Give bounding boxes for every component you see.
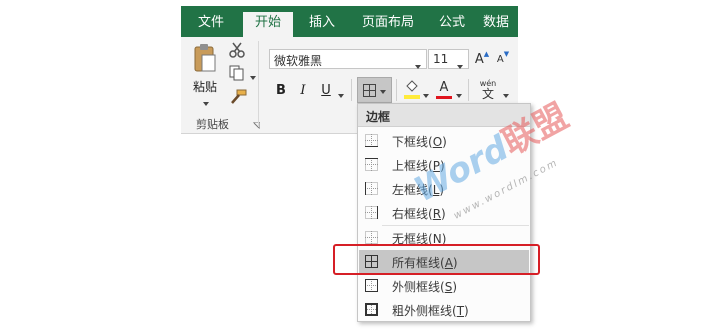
chevron-down-icon[interactable] xyxy=(457,58,463,72)
menu-item-right-border[interactable]: 右框线(R) xyxy=(359,201,529,225)
phonetic-dropdown-caret[interactable] xyxy=(503,87,509,101)
italic-button[interactable]: I xyxy=(295,81,311,99)
no-border-icon xyxy=(365,231,378,244)
clipboard-group-label: 剪贴板 xyxy=(196,118,229,131)
menu-item-outside-borders[interactable]: 外侧框线(S) xyxy=(359,274,529,298)
cut-icon[interactable] xyxy=(229,42,245,58)
phonetic-bottom-text: 文 xyxy=(481,87,494,101)
menu-item-label: 右框线 xyxy=(392,207,429,221)
menu-item-key: R xyxy=(432,207,442,221)
paste-icon[interactable] xyxy=(193,43,217,73)
top-border-icon xyxy=(365,158,378,171)
menu-item-label: 左框线 xyxy=(392,183,429,197)
menu-item-label: 下框线 xyxy=(392,135,429,149)
tab-data[interactable]: 数据 xyxy=(483,12,518,37)
menu-item-label: 上框线 xyxy=(392,159,429,173)
tab-insert[interactable]: 插入 xyxy=(301,12,343,37)
tab-home[interactable]: 开始 xyxy=(243,12,293,37)
menu-item-top-border[interactable]: 上框线(P) xyxy=(359,153,529,177)
font-color-button[interactable]: A xyxy=(435,79,453,101)
fill-color-button[interactable] xyxy=(403,79,421,101)
menu-item-key: P xyxy=(432,159,440,173)
chevron-down-icon xyxy=(380,83,386,97)
paste-dropdown-caret[interactable] xyxy=(203,95,209,109)
left-border-icon xyxy=(365,182,378,195)
copy-dropdown-caret[interactable] xyxy=(250,69,256,83)
tab-file[interactable]: 文件 xyxy=(189,12,233,37)
bold-button[interactable]: B xyxy=(273,81,289,99)
font-color-dropdown-caret[interactable] xyxy=(456,87,462,101)
font-name-combo[interactable]: 微软雅黑 xyxy=(269,49,427,69)
format-painter-icon[interactable] xyxy=(229,89,247,105)
underline-dropdown-caret[interactable] xyxy=(338,87,344,101)
font-color-icon: A xyxy=(439,80,449,95)
tab-page-layout[interactable]: 页面布局 xyxy=(356,12,420,37)
underline-button[interactable]: U xyxy=(318,81,334,99)
outside-borders-icon xyxy=(365,279,378,292)
paste-label[interactable]: 粘贴 xyxy=(193,78,217,95)
toolbar-divider xyxy=(396,79,397,101)
highlight-box xyxy=(333,244,540,275)
tab-formulas[interactable]: 公式 xyxy=(431,12,473,37)
chevron-down-icon[interactable] xyxy=(415,58,421,72)
borders-button[interactable] xyxy=(357,77,392,103)
right-border-icon xyxy=(365,206,378,219)
shrink-font-button[interactable]: A ▼ xyxy=(494,49,512,69)
phonetic-guide-button[interactable]: wén 文 xyxy=(476,77,500,103)
thick-outside-border-icon xyxy=(365,303,378,316)
font-name-value: 微软雅黑 xyxy=(274,54,323,68)
paint-bucket-icon xyxy=(404,80,420,99)
shrink-font-icon: A xyxy=(496,53,504,65)
grow-font-icon: A xyxy=(474,51,484,67)
copy-icon[interactable] xyxy=(229,65,245,81)
font-size-combo[interactable]: 11 xyxy=(428,49,469,69)
menu-item-key: T xyxy=(456,304,465,318)
toolbar-divider xyxy=(468,79,469,101)
fill-color-dropdown-caret[interactable] xyxy=(423,87,429,101)
menu-item-label: 外侧框线 xyxy=(392,280,441,294)
menu-item-thick-outside-border[interactable]: 粗外侧框线(T) xyxy=(359,298,529,322)
toolbar-divider xyxy=(351,79,352,101)
font-size-value: 11 xyxy=(433,52,449,66)
grow-font-button[interactable]: A ▲ xyxy=(473,49,491,69)
group-divider xyxy=(258,41,259,127)
menu-header-label: 边框 xyxy=(366,110,391,124)
ribbon-tab-bar: 文件 开始 插入 页面布局 公式 数据 xyxy=(181,6,518,37)
menu-item-key: O xyxy=(432,135,443,149)
menu-item-key: S xyxy=(444,280,453,294)
menu-item-label: 粗外侧框线 xyxy=(392,304,453,318)
menu-item-bottom-border[interactable]: 下框线(O) xyxy=(359,129,529,153)
borders-dropdown-menu: 边框 下框线(O) 上框线(P) 左框线(L) 右框线(R) 无框线(N) 所有… xyxy=(357,103,531,322)
menu-item-left-border[interactable]: 左框线(L) xyxy=(359,177,529,201)
bottom-border-icon xyxy=(365,134,378,147)
all-borders-icon xyxy=(363,83,376,97)
menu-item-key: L xyxy=(432,183,440,197)
menu-header: 边框 xyxy=(358,104,530,127)
